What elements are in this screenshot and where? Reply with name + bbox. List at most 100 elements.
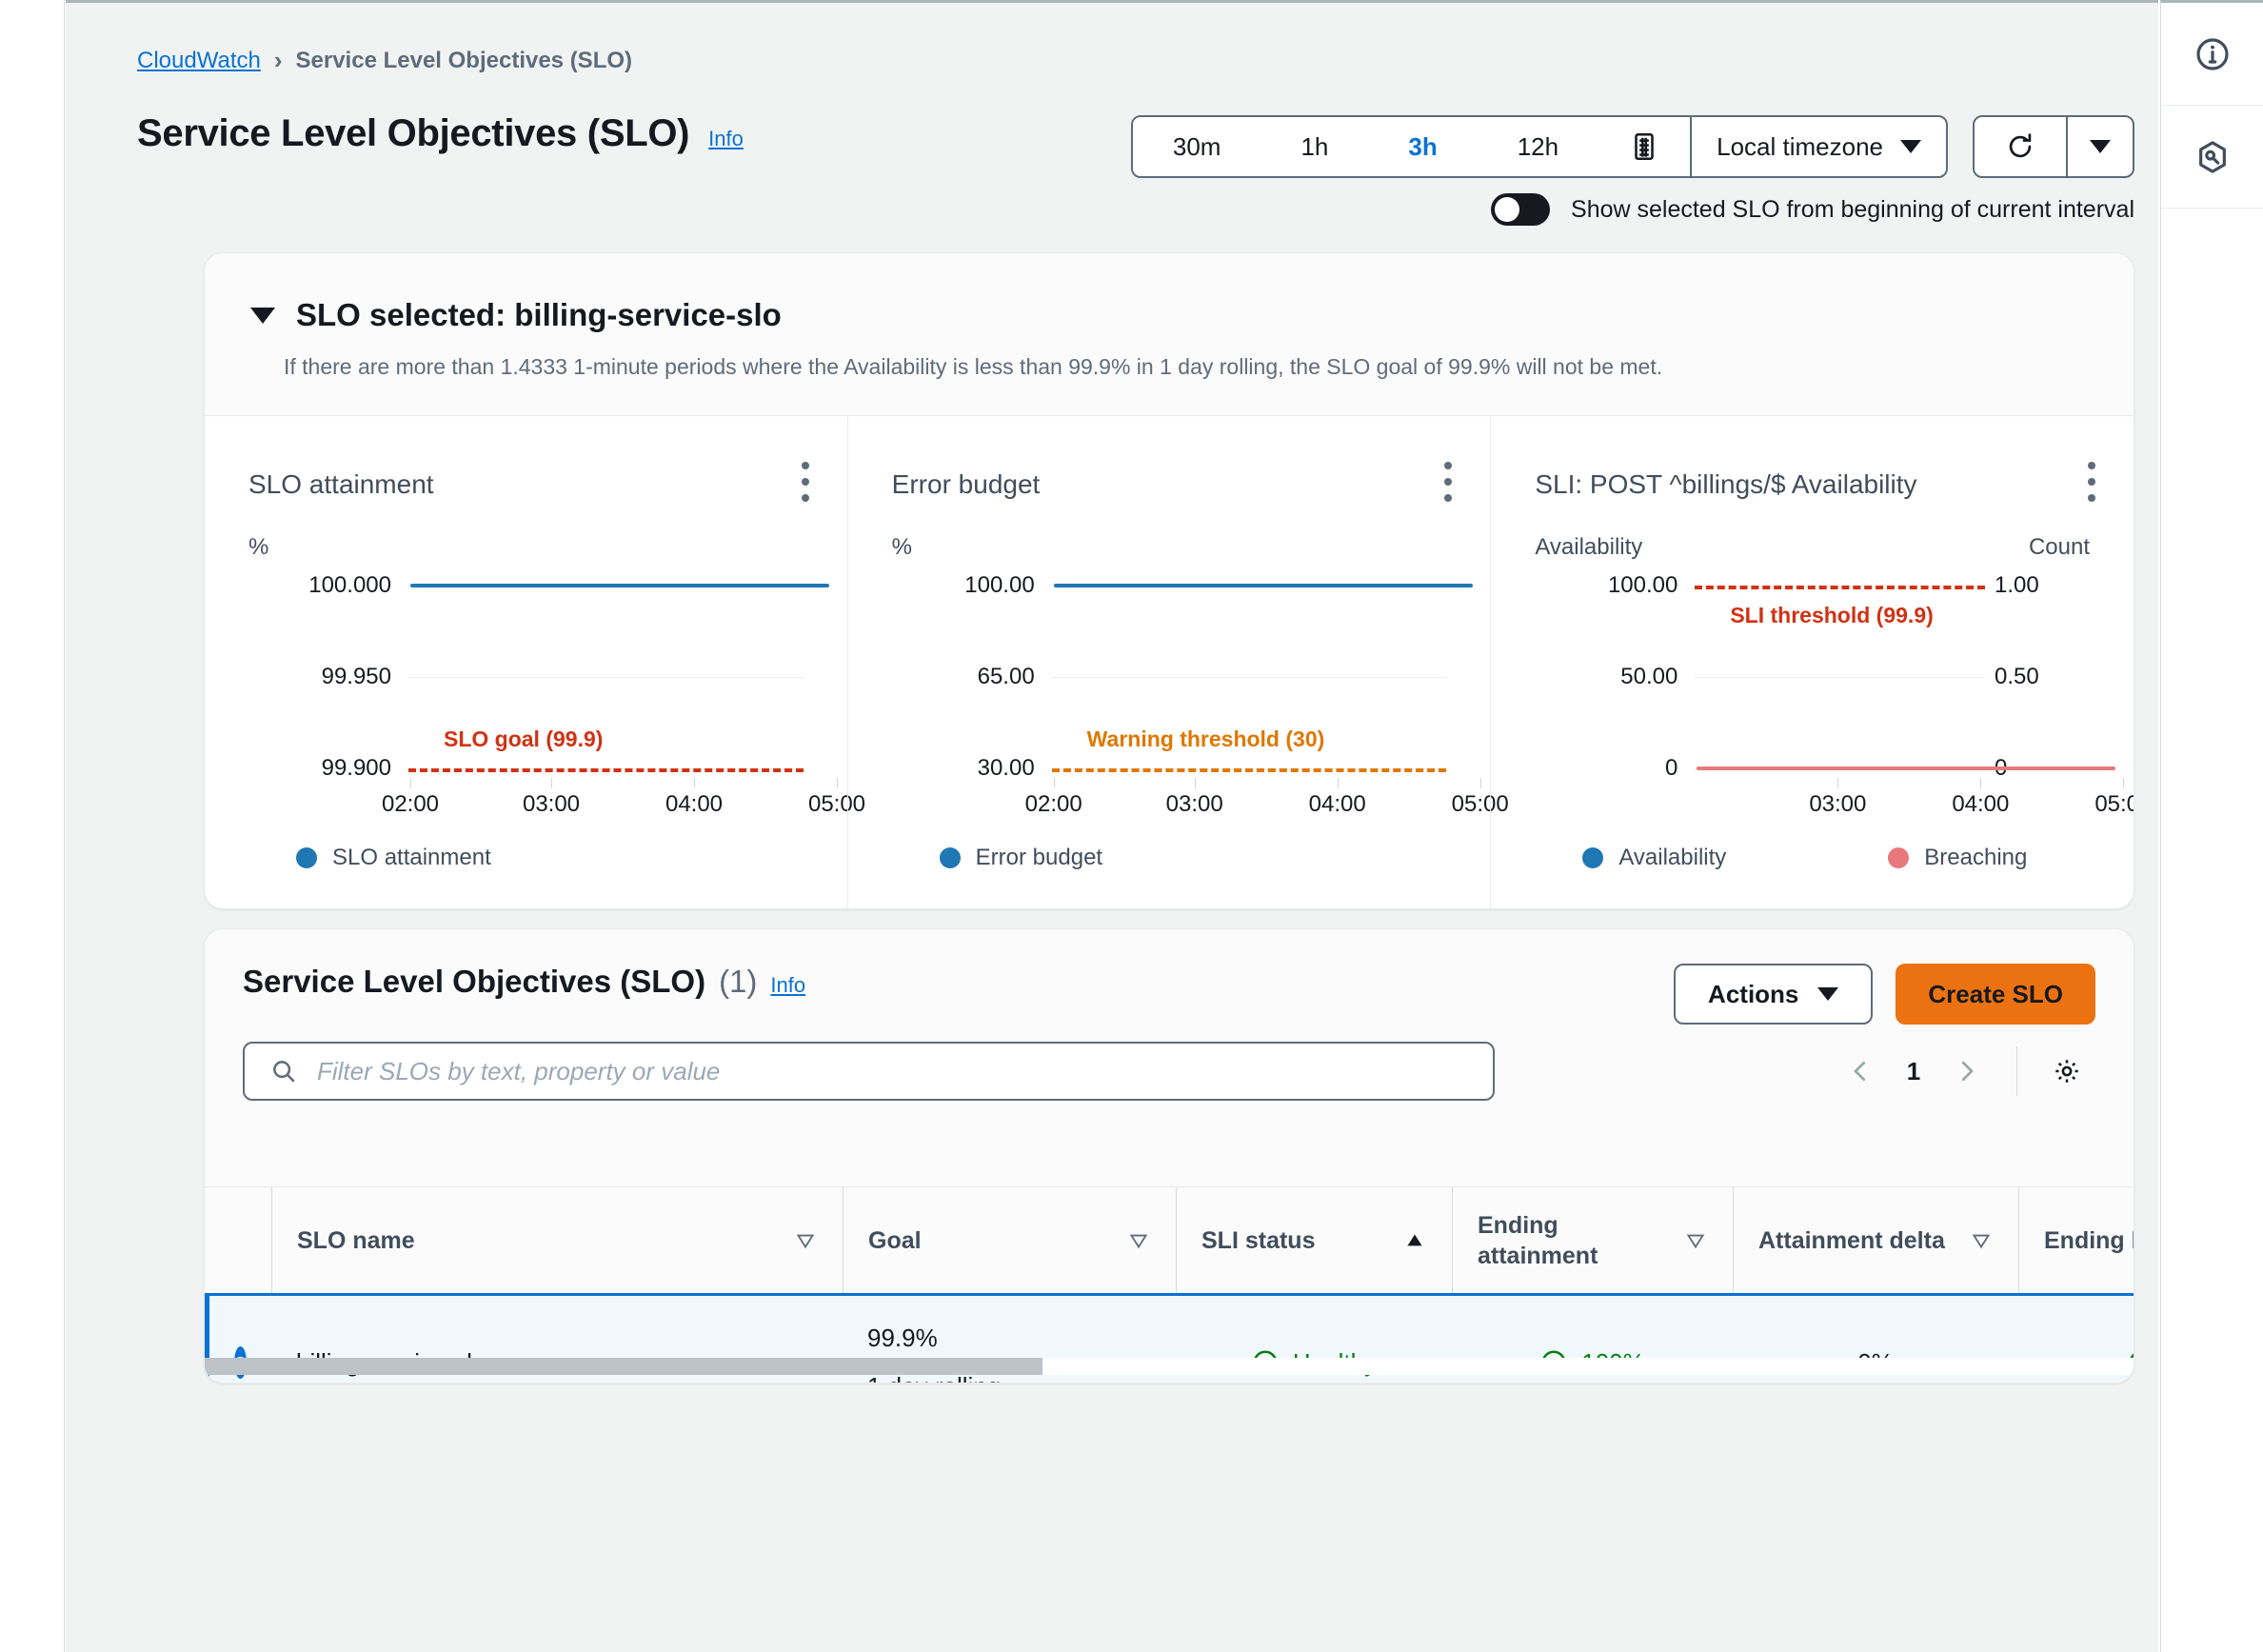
column-header-ending-attainment[interactable]: Ending attainment xyxy=(1452,1187,1733,1293)
calendar-icon[interactable] xyxy=(1598,117,1690,176)
time-range-30m[interactable]: 30m xyxy=(1133,117,1261,176)
x-tick-label: 03:00 xyxy=(523,791,580,818)
chart-axis-units: % xyxy=(892,534,1447,561)
sort-filter-icon xyxy=(1126,1228,1151,1253)
help-panel-button[interactable] xyxy=(2161,3,2263,106)
x-tick xyxy=(2123,778,2124,788)
page-title: Service Level Objectives (SLO) xyxy=(137,112,689,155)
time-range-3h[interactable]: 3h xyxy=(1368,117,1477,176)
time-range-1h[interactable]: 1h xyxy=(1261,117,1368,176)
x-axis: 02:00 03:00 04:00 05:00 xyxy=(1052,778,1447,827)
chart-title: Error budget xyxy=(892,469,1447,500)
shortcuts-panel-button[interactable] xyxy=(2161,106,2263,209)
breadcrumb-current: Service Level Objectives (SLO) xyxy=(296,48,633,74)
table-settings-button[interactable] xyxy=(2038,1043,2095,1100)
legend-label: Error budget xyxy=(976,845,1102,871)
y-axis-unit-label: Availability xyxy=(1535,534,1642,561)
horizontal-scrollbar-thumb[interactable] xyxy=(205,1358,1042,1375)
legend-item[interactable]: SLO attainment xyxy=(296,845,491,871)
legend-swatch-icon xyxy=(296,847,317,868)
column-header-goal[interactable]: Goal xyxy=(843,1187,1176,1293)
x-tick xyxy=(1195,778,1196,788)
column-label: Attainment delta xyxy=(1758,1225,1945,1256)
column-header-sli-status[interactable]: SLI status xyxy=(1176,1187,1452,1293)
slo-table-card: Service Level Objectives (SLO) (1) Info … xyxy=(204,928,2134,1383)
legend-swatch-icon xyxy=(1582,847,1603,868)
legend-label: SLO attainment xyxy=(332,845,491,871)
slo-selected-card: SLO selected: billing-service-slo If the… xyxy=(204,252,2134,909)
refresh-options-button[interactable] xyxy=(2066,117,2133,176)
x-tick xyxy=(551,778,552,788)
y-tick-2: 0 xyxy=(1535,755,1677,782)
chevron-down-icon xyxy=(2090,140,2111,153)
table-info-link[interactable]: Info xyxy=(770,973,805,998)
pagination: 1 xyxy=(1832,1043,2095,1100)
column-header-slo-name[interactable]: SLO name xyxy=(271,1187,843,1293)
x-tick xyxy=(1837,778,1838,788)
breadcrumb: CloudWatch › Service Level Objectives (S… xyxy=(137,46,632,75)
search-box[interactable] xyxy=(243,1042,1495,1101)
create-slo-button[interactable]: Create SLO xyxy=(1896,964,2095,1025)
legend-swatch-icon xyxy=(1888,847,1909,868)
gridline xyxy=(408,677,804,678)
gear-icon xyxy=(2052,1056,2082,1086)
actions-button[interactable]: Actions xyxy=(1674,964,1873,1025)
y-tick-right-1: 0.50 xyxy=(1995,664,2090,690)
breadcrumb-link-cloudwatch[interactable]: CloudWatch xyxy=(137,48,261,74)
series-line-error-budget xyxy=(1054,584,1473,587)
x-tick xyxy=(837,778,838,788)
series-line-breaching xyxy=(1697,766,2115,770)
y-tick-2: 99.900 xyxy=(248,755,391,782)
table-grid-wrapper: SLO name Goal SLI status Ending att xyxy=(205,1186,2134,1383)
y-tick-0: 100.000 xyxy=(248,572,391,599)
slo-selected-title: SLO selected: billing-service-slo xyxy=(296,297,782,333)
threshold-label-warning: Warning threshold (30) xyxy=(1087,726,1325,752)
x-tick-label: 02:00 xyxy=(382,791,439,818)
time-range-12h[interactable]: 12h xyxy=(1478,117,1598,176)
sort-ascending-icon xyxy=(1402,1228,1427,1253)
x-tick xyxy=(410,778,411,788)
chart-menu-icon[interactable] xyxy=(1444,462,1452,502)
show-from-interval-toggle[interactable] xyxy=(1491,193,1550,226)
threshold-line-slo-goal xyxy=(408,768,804,772)
chart-title: SLI: POST ^billings/$ Availability xyxy=(1535,469,2090,500)
legend-item[interactable]: Breaching xyxy=(1888,845,2027,871)
legend-swatch-icon xyxy=(940,847,961,868)
x-tick-label: 04:00 xyxy=(1952,791,2009,818)
column-header-ending-budget[interactable]: Ending budge xyxy=(2018,1187,2134,1293)
threshold-line-warning xyxy=(1052,768,1447,772)
actions-label: Actions xyxy=(1708,980,1798,1009)
threshold-label-slo-goal: SLO goal (99.9) xyxy=(444,726,603,752)
y-tick-1: 99.950 xyxy=(248,664,391,690)
chart-menu-icon[interactable] xyxy=(802,462,809,502)
chart-menu-icon[interactable] xyxy=(2088,462,2095,502)
chevron-down-icon xyxy=(1900,140,1921,153)
timezone-select[interactable]: Local timezone xyxy=(1692,117,1946,176)
threshold-line-sli xyxy=(1695,586,1985,589)
refresh-icon[interactable] xyxy=(1975,117,2066,176)
y-tick-right-0: 1.00 xyxy=(1995,572,2090,599)
x-tick xyxy=(1054,778,1055,788)
sort-filter-icon xyxy=(1969,1228,1994,1253)
refresh-group xyxy=(1973,115,2134,178)
sort-filter-icon xyxy=(793,1228,818,1253)
search-input[interactable] xyxy=(317,1057,1468,1086)
x-tick xyxy=(694,778,695,788)
page-info-link[interactable]: Info xyxy=(708,127,744,151)
y-axis-right-unit-label: Count xyxy=(2029,534,2090,561)
legend-item[interactable]: Availability xyxy=(1582,845,1726,871)
slo-selected-header: SLO selected: billing-service-slo If the… xyxy=(205,253,2134,380)
next-page-button[interactable] xyxy=(1938,1043,1995,1100)
chevron-left-icon xyxy=(1846,1057,1875,1085)
goal-value: 99.9% xyxy=(867,1324,1151,1353)
prev-page-button[interactable] xyxy=(1832,1043,1889,1100)
plot-area: 100.00 50.00 0 1.00 0.50 0 SLI threshold… xyxy=(1535,576,2090,778)
column-header-attainment-delta[interactable]: Attainment delta xyxy=(1733,1187,2018,1293)
show-from-interval-toggle-row: Show selected SLO from beginning of curr… xyxy=(1491,193,2134,226)
current-page-number[interactable]: 1 xyxy=(1889,1057,1938,1086)
collapse-chevron-icon[interactable] xyxy=(250,308,275,324)
table-filter-row: 1 xyxy=(205,1025,2134,1101)
legend-item[interactable]: Error budget xyxy=(940,845,1102,871)
y-tick-1: 50.00 xyxy=(1535,664,1677,690)
breadcrumb-separator-icon: › xyxy=(274,46,283,75)
